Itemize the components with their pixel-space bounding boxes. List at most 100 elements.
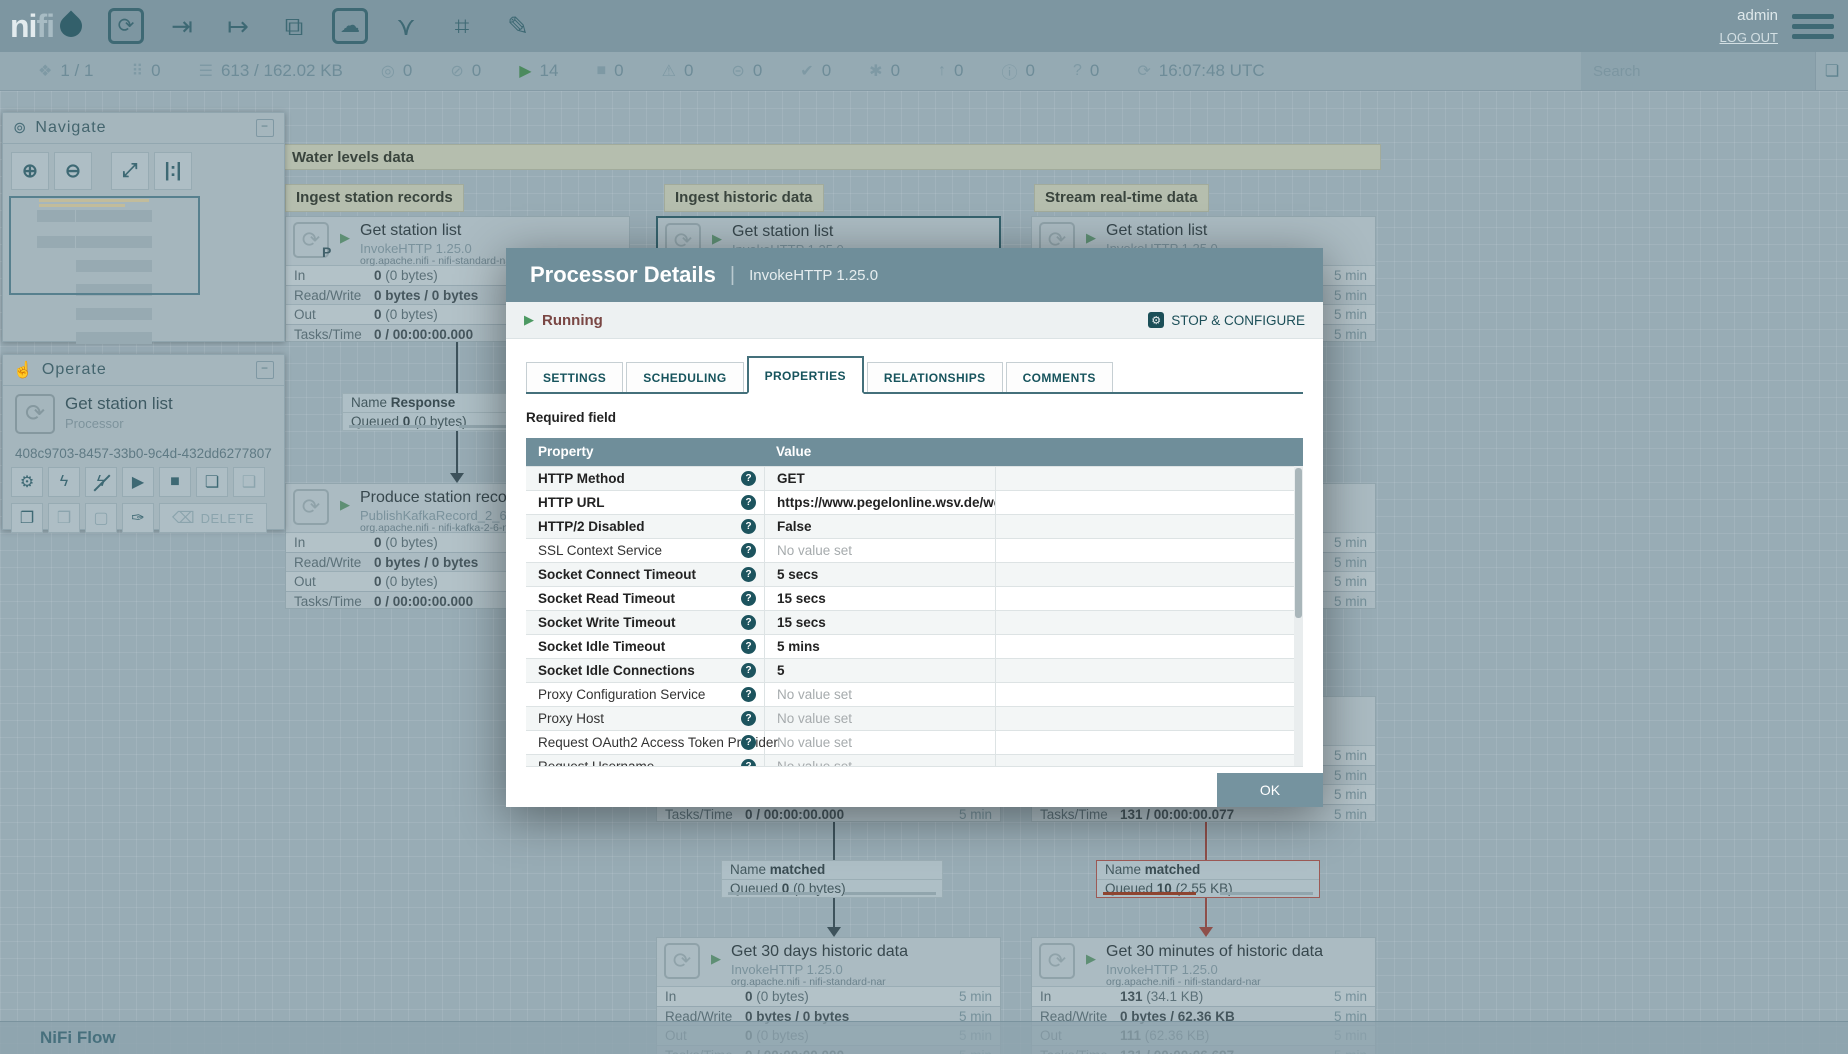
help-icon[interactable]: ?	[741, 663, 756, 678]
paste-button[interactable]: ❒	[48, 503, 80, 533]
stat-duration: 5 min	[1333, 287, 1367, 303]
breadcrumb[interactable]: NiFi Flow	[40, 1028, 116, 1048]
property-value[interactable]: 5 mins	[764, 635, 995, 658]
help-icon[interactable]: ?	[741, 711, 756, 726]
help-icon[interactable]: ?	[741, 495, 756, 510]
processor-icon[interactable]: ⟳	[107, 8, 144, 44]
navigate-header: ⊚ Navigate −	[3, 113, 284, 144]
template-icon[interactable]: ⌗	[444, 8, 480, 44]
group-selection-button[interactable]: ▢	[85, 503, 117, 533]
queue-size-indicator	[1103, 892, 1197, 895]
property-row: Socket Connect Timeout? 5 secs	[526, 562, 1303, 586]
stat-label: Read/Write	[294, 287, 362, 303]
operate-palette: ☝ Operate − ⟳ Get station list Processor…	[2, 354, 285, 533]
funnel-icon[interactable]: ⋎	[388, 8, 424, 44]
label-icon[interactable]: ✎	[500, 8, 536, 44]
property-value[interactable]: False	[764, 515, 995, 538]
global-menu-icon[interactable]	[1792, 13, 1834, 39]
help-icon[interactable]: ?	[741, 687, 756, 702]
status-icon: ⠿	[131, 63, 144, 80]
logout-link[interactable]: LOG OUT	[1719, 28, 1778, 48]
stat-label: Tasks/Time	[294, 593, 362, 609]
dialog-tab[interactable]: PROPERTIES	[746, 356, 864, 394]
zoom-fit-button[interactable]: ⤢	[111, 152, 149, 190]
stat-row: In 131 (34.1 KB) 5 min	[1032, 986, 1375, 1006]
help-icon[interactable]: ?	[741, 735, 756, 750]
properties-table-rows: HTTP Method? GET HTTP URL? https://www.p…	[526, 466, 1303, 766]
status-icon: ❖	[38, 63, 53, 80]
up-to-date-count: ✔ 0	[800, 61, 831, 81]
group-label-ingest-historic[interactable]: Ingest historic data	[664, 184, 824, 212]
processor-name: Get station list	[1106, 222, 1208, 239]
flow-label[interactable]: Water levels data	[283, 144, 1381, 170]
property-name-text: Socket Idle Connections	[538, 663, 695, 678]
scrollbar-thumb[interactable]	[1295, 468, 1302, 618]
group-label-ingest-station[interactable]: Ingest station records	[285, 184, 464, 212]
dialog-tab[interactable]: COMMENTS	[1005, 362, 1113, 392]
remote-process-group-icon[interactable]: ☁	[331, 8, 368, 44]
birdseye-minimap[interactable]	[3, 196, 284, 346]
processor-name: Get 30 days historic data	[731, 943, 908, 960]
zoom-out-button[interactable]: ⊖	[54, 152, 92, 190]
connection-label[interactable]: Name matched Queued 0 (0 bytes)	[721, 860, 943, 898]
copy-button[interactable]: ❐	[11, 503, 43, 533]
property-value[interactable]: No value set	[764, 683, 995, 706]
value-column-header: Value	[776, 444, 812, 459]
collapse-operate-button[interactable]: −	[256, 361, 274, 379]
input-port-icon[interactable]: ⇥	[164, 8, 200, 44]
disable-button[interactable]: ϟ	[85, 467, 117, 497]
help-icon[interactable]: ?	[741, 591, 756, 606]
zoom-actual-size-button[interactable]: |:|	[154, 152, 192, 190]
table-scrollbar[interactable]	[1294, 466, 1303, 766]
enable-button[interactable]: ϟ	[48, 467, 80, 497]
property-row-spacer	[995, 635, 1303, 658]
property-value[interactable]: 15 secs	[764, 611, 995, 634]
operate-buttons-row2: ❐ ❒ ▢ ✑ ⌫ DELETE	[3, 503, 284, 539]
property-value[interactable]: No value set	[764, 755, 995, 766]
property-value[interactable]: https://www.pegelonline.wsv.de/webservic…	[764, 491, 995, 514]
property-name-text: Proxy Configuration Service	[538, 687, 706, 702]
zoom-in-button[interactable]: ⊕	[11, 152, 49, 190]
delete-button[interactable]: ⌫ DELETE	[159, 503, 268, 533]
help-icon[interactable]: ?	[741, 759, 756, 766]
output-port-icon[interactable]: ↦	[220, 8, 256, 44]
fill-color-button[interactable]: ✑	[122, 503, 154, 533]
property-value[interactable]: GET	[764, 467, 995, 490]
property-value[interactable]: 5 secs	[764, 563, 995, 586]
help-icon[interactable]: ?	[741, 567, 756, 582]
configuration-button[interactable]: ⚙	[11, 467, 43, 497]
property-value[interactable]: 5	[764, 659, 995, 682]
dialog-tab[interactable]: SETTINGS	[526, 362, 624, 392]
run-status: ▶ Running	[524, 312, 603, 329]
minimap-viewport[interactable]	[9, 196, 200, 295]
property-value[interactable]: 15 secs	[764, 587, 995, 610]
collapse-navigate-button[interactable]: −	[256, 119, 274, 137]
dialog-tab[interactable]: SCHEDULING	[626, 362, 744, 392]
create-template-button[interactable]: ❏	[196, 467, 228, 497]
process-group-icon[interactable]: ⧉	[276, 8, 312, 44]
stop-and-configure-button[interactable]: ⚙ STOP & CONFIGURE	[1148, 312, 1305, 328]
dialog-tab[interactable]: RELATIONSHIPS	[866, 362, 1003, 392]
property-value[interactable]: No value set	[764, 707, 995, 730]
start-button[interactable]: ▶	[122, 467, 154, 497]
property-value[interactable]: No value set	[764, 731, 995, 754]
help-icon[interactable]: ?	[741, 519, 756, 534]
minimap-block	[114, 332, 152, 344]
breadcrumb-footer: NiFi Flow	[0, 1021, 1848, 1054]
help-icon[interactable]: ?	[741, 471, 756, 486]
group-button[interactable]: ❑	[233, 467, 265, 497]
help-icon[interactable]: ?	[741, 615, 756, 630]
property-value[interactable]: No value set	[764, 539, 995, 562]
help-icon[interactable]: ?	[741, 639, 756, 654]
search-input[interactable]	[1581, 52, 1815, 90]
queue-size-indicator	[349, 425, 438, 428]
ok-button[interactable]: OK	[1217, 773, 1323, 807]
help-icon[interactable]: ?	[741, 543, 756, 558]
connection-label[interactable]: Name matched Queued 10 (2.55 KB)	[1096, 860, 1320, 898]
status-value: 0	[890, 61, 901, 80]
bulletin-board-icon[interactable]: ❏	[1815, 52, 1848, 90]
status-icon: ↑	[938, 62, 947, 79]
property-row-spacer	[995, 659, 1303, 682]
group-label-stream-realtime[interactable]: Stream real-time data	[1034, 184, 1209, 212]
stop-button[interactable]: ■	[159, 467, 191, 497]
